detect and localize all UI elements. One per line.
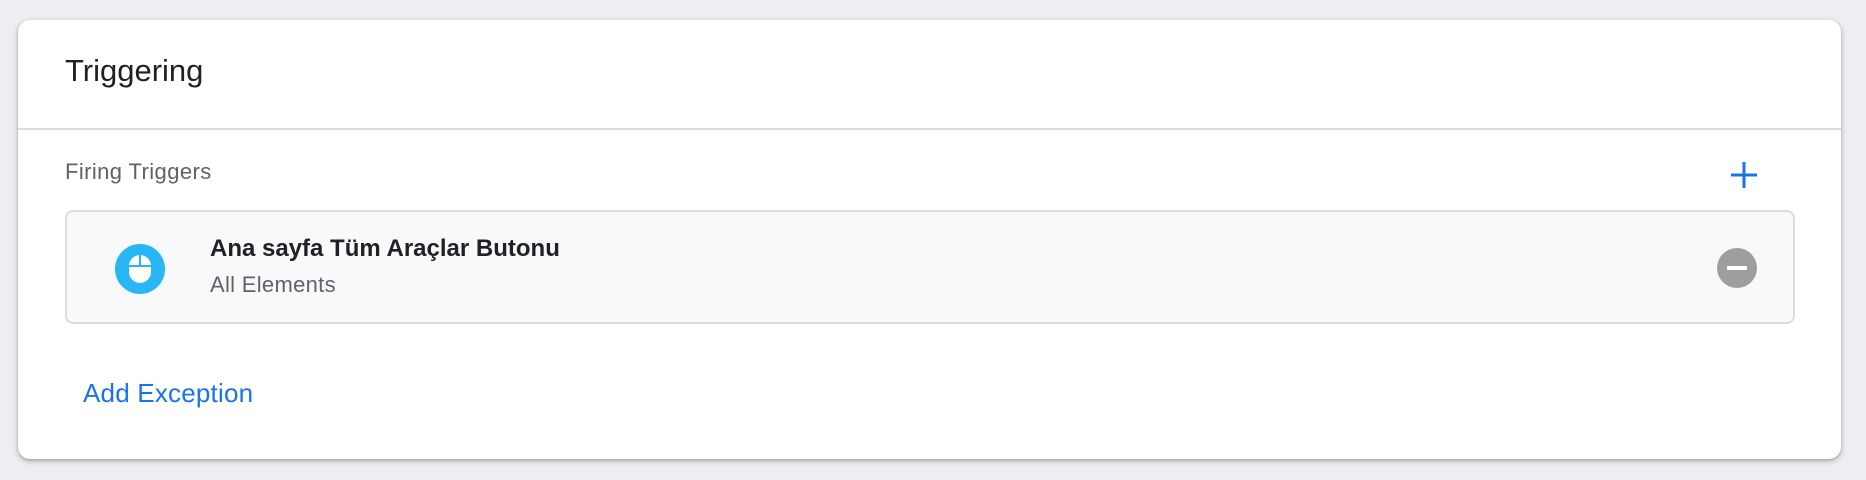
trigger-name: Ana sayfa Tüm Araçlar Butonu — [210, 235, 560, 262]
trigger-row[interactable]: Ana sayfa Tüm Araçlar Butonu All Element… — [65, 210, 1795, 324]
add-trigger-button[interactable] — [1722, 153, 1766, 197]
mouse-click-icon — [115, 244, 165, 294]
card-header: Triggering — [18, 20, 1841, 130]
add-exception-link[interactable]: Add Exception — [83, 378, 253, 409]
trigger-type: All Elements — [210, 272, 336, 297]
triggering-card: Triggering Firing Triggers Ana sayfa Tüm… — [18, 20, 1841, 459]
plus-icon — [1731, 162, 1757, 188]
card-title: Triggering — [65, 53, 204, 88]
remove-circle-icon — [1727, 266, 1747, 270]
remove-trigger-button[interactable] — [1717, 248, 1757, 288]
firing-triggers-label: Firing Triggers — [65, 159, 212, 184]
